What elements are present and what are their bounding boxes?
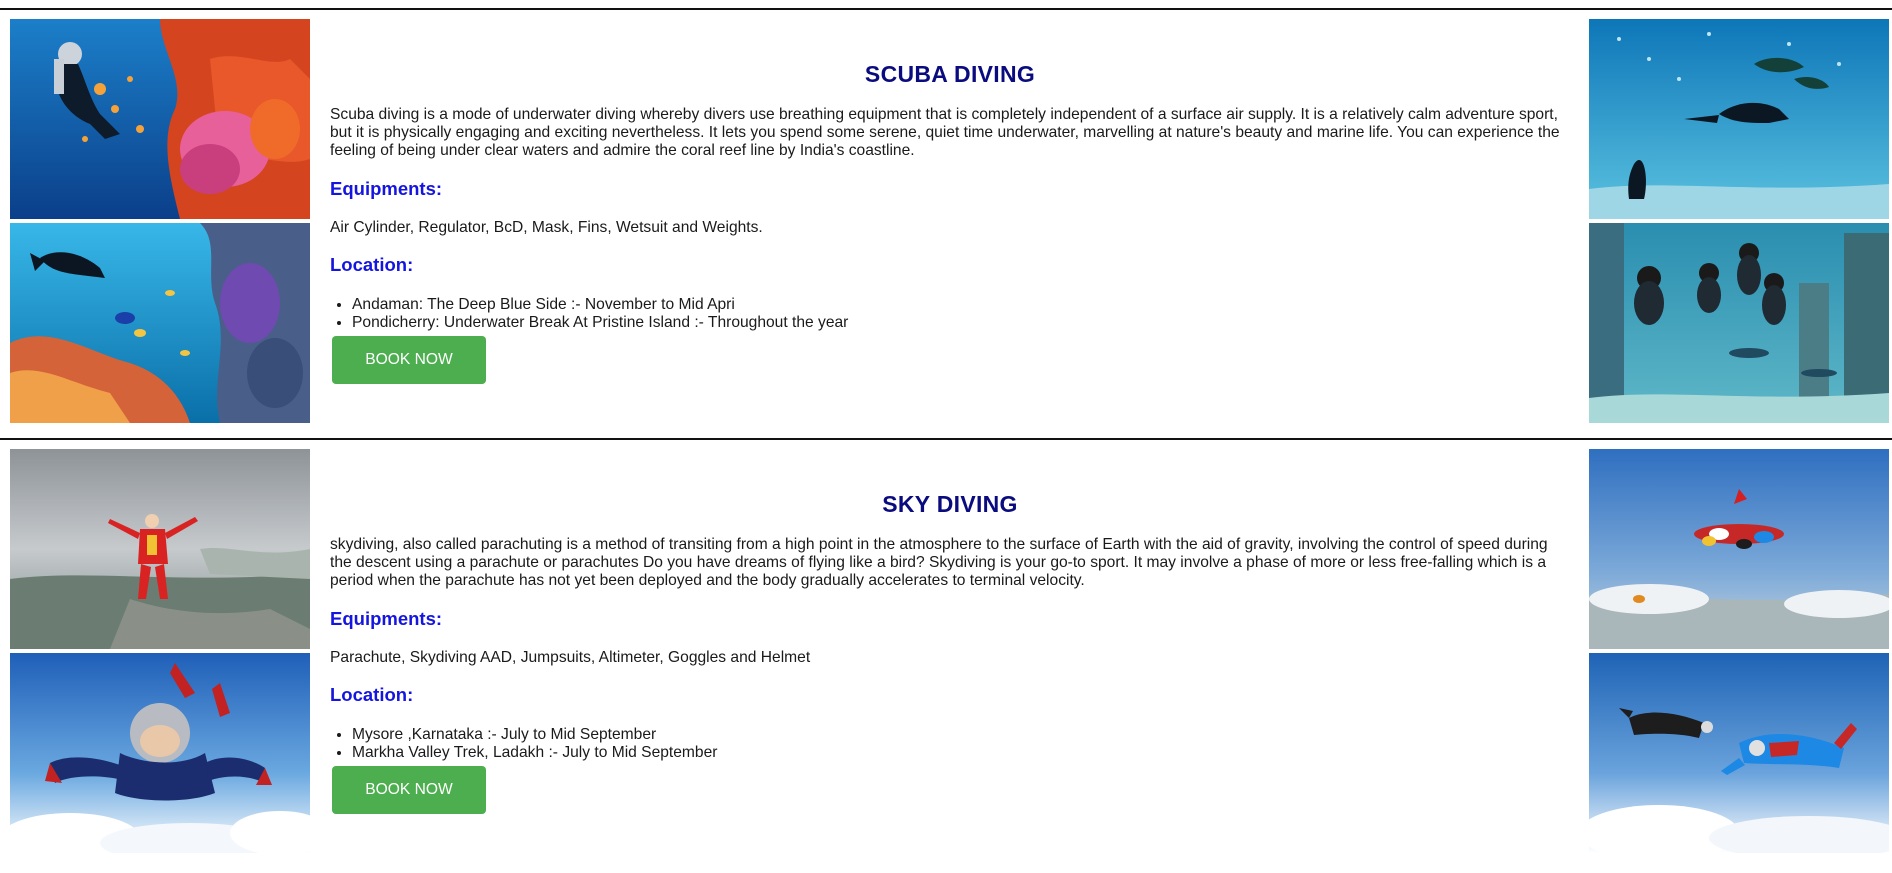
sky-formation-photo — [1589, 449, 1889, 649]
scuba-diving-section: SCUBA DIVING Scuba diving is a mode of u… — [0, 19, 1892, 443]
book-now-button[interactable]: BOOK NOW — [332, 336, 486, 384]
scuba-divers-fish-photo — [1589, 19, 1889, 219]
location-item: Pondicherry: Underwater Break At Pristin… — [352, 314, 848, 332]
section-title: SCUBA DIVING — [864, 61, 1036, 87]
scuba-ruins-divers-photo — [1589, 223, 1889, 423]
location-list: Mysore ,Karnataka :- July to Mid Septemb… — [330, 726, 717, 762]
scuba-left-images — [10, 19, 310, 443]
section-description: Scuba diving is a mode of underwater div… — [330, 106, 1560, 159]
location-item: Markha Valley Trek, Ladakh :- July to Mi… — [352, 744, 717, 762]
equipments-heading: Equipments: — [330, 608, 443, 629]
sky-left-images — [10, 449, 310, 873]
scuba-content: SCUBA DIVING Scuba diving is a mode of u… — [330, 19, 1560, 443]
section-title: SKY DIVING — [882, 491, 1018, 517]
location-item: Mysore ,Karnataka :- July to Mid Septemb… — [352, 726, 717, 744]
location-item: Andaman: The Deep Blue Side :- November … — [352, 296, 848, 314]
section-divider — [0, 438, 1892, 440]
sky-diving-section: SKY DIVING skydiving, also called parach… — [0, 449, 1892, 873]
sky-freefall-red-suit-photo — [10, 449, 310, 649]
scuba-right-images — [1589, 19, 1889, 443]
sky-helmet-diver-photo — [10, 653, 310, 853]
book-now-button[interactable]: BOOK NOW — [332, 766, 486, 814]
scuba-diver-coral-photo — [10, 19, 310, 219]
location-heading: Location: — [330, 254, 414, 275]
location-list: Andaman: The Deep Blue Side :- November … — [330, 296, 848, 332]
equipments-list: Parachute, Skydiving AAD, Jumpsuits, Alt… — [330, 649, 811, 666]
equipments-heading: Equipments: — [330, 178, 443, 199]
location-heading: Location: — [330, 684, 414, 705]
sky-right-images — [1589, 449, 1889, 873]
top-divider — [0, 8, 1892, 10]
scuba-reef-fish-photo — [10, 223, 310, 423]
sky-two-divers-photo — [1589, 653, 1889, 853]
section-description: skydiving, also called parachuting is a … — [330, 536, 1548, 589]
sky-content: SKY DIVING skydiving, also called parach… — [330, 449, 1560, 873]
equipments-list: Air Cylinder, Regulator, BcD, Mask, Fins… — [330, 219, 763, 236]
